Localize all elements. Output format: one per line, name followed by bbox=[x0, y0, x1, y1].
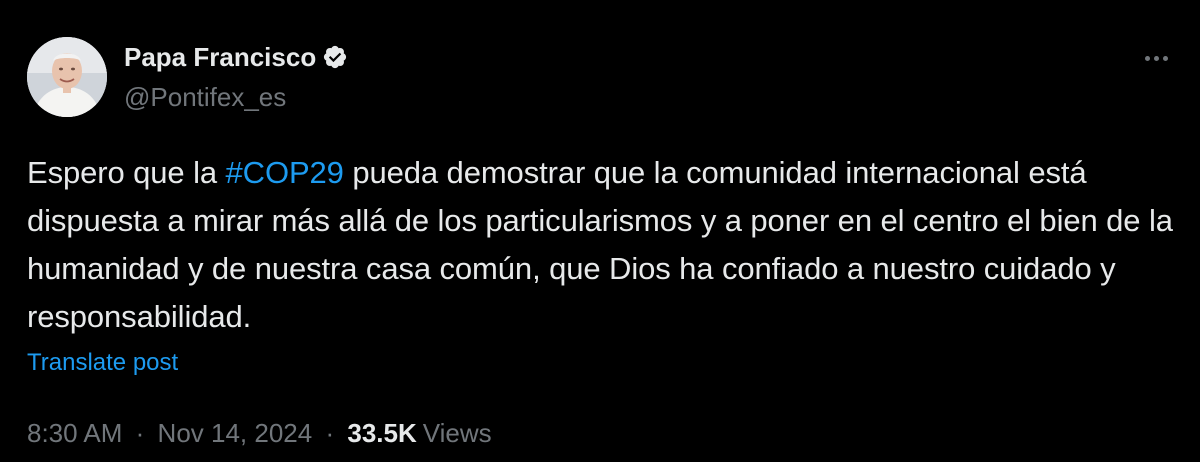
post-date[interactable]: Nov 14, 2024 bbox=[158, 418, 313, 448]
post-text-start: Espero que la bbox=[27, 155, 226, 190]
separator: · bbox=[325, 418, 335, 448]
more-options-button[interactable] bbox=[1136, 44, 1176, 72]
post-meta: 8:30 AM · Nov 14, 2024 · 33.5K Views bbox=[27, 416, 492, 450]
post-text: Espero que la #COP29 pueda demostrar que… bbox=[27, 149, 1177, 341]
more-dot bbox=[1162, 55, 1168, 61]
more-dot bbox=[1144, 55, 1150, 61]
profile-photo-icon bbox=[27, 37, 107, 117]
translate-post-link[interactable]: Translate post bbox=[27, 348, 178, 378]
author-name-text[interactable]: Papa Francisco bbox=[124, 40, 316, 74]
post-time[interactable]: 8:30 AM bbox=[27, 418, 122, 448]
more-dot bbox=[1153, 55, 1159, 61]
author-handle[interactable]: @Pontifex_es bbox=[124, 80, 286, 114]
separator: · bbox=[135, 418, 145, 448]
post: Papa Francisco @Pontifex_es Espero que l… bbox=[0, 0, 1200, 462]
hashtag-link[interactable]: #COP29 bbox=[226, 155, 344, 190]
author-name[interactable]: Papa Francisco bbox=[124, 40, 348, 74]
views-label: Views bbox=[422, 418, 492, 448]
avatar[interactable] bbox=[27, 37, 107, 117]
views-count[interactable]: 33.5K bbox=[347, 418, 416, 448]
verified-badge-icon bbox=[322, 44, 348, 70]
